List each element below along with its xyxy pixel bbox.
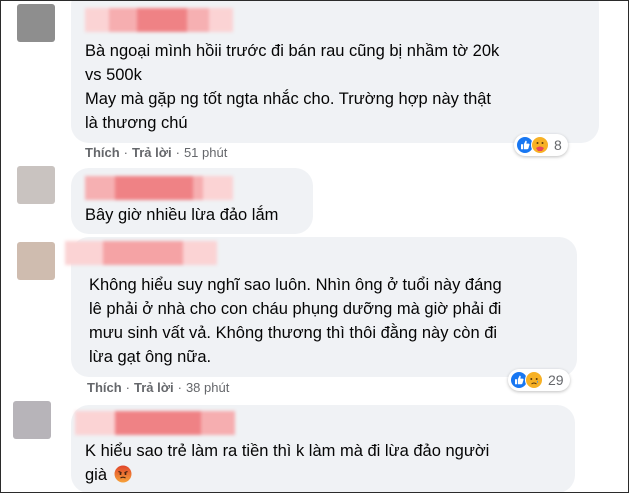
reaction-summary[interactable]: 29 (508, 369, 570, 391)
comment-text: Không hiểu suy nghĩ sao luôn. Nhìn ông ở… (89, 276, 502, 366)
commenter-name-redacted[interactable] (85, 176, 233, 200)
comment-text-content: K hiểu sao trẻ làm ra tiền thì k làm mà … (85, 442, 490, 484)
avatar[interactable] (17, 166, 55, 204)
comment-text: K hiểu sao trẻ làm ra tiền thì k làm mà … (85, 439, 575, 487)
like-button[interactable]: Thích (85, 145, 120, 160)
avatar[interactable] (17, 4, 55, 42)
sad-reaction-icon (525, 371, 543, 389)
avatar[interactable] (13, 401, 51, 439)
timestamp[interactable]: 38 phút (186, 380, 229, 395)
reaction-count: 29 (548, 372, 564, 388)
reaction-count: 8 (554, 137, 562, 153)
comment-actions: Thích · Trả lời · 51 phút (85, 145, 228, 160)
reply-button[interactable]: Trả lời (132, 145, 172, 160)
comment-actions: Thích · Trả lời · 38 phút (87, 380, 230, 395)
comment-text: Bây giờ nhiều lừa đảo lắm (85, 206, 279, 224)
timestamp[interactable]: 51 phút (184, 145, 227, 160)
commenter-name-redacted[interactable] (85, 8, 233, 32)
commenter-name-redacted[interactable] (75, 411, 235, 435)
reaction-summary[interactable]: 8 (514, 134, 568, 156)
reply-button[interactable]: Trả lời (134, 380, 174, 395)
avatar[interactable] (17, 242, 55, 280)
commenter-name-redacted[interactable] (65, 241, 217, 265)
angry-emoji-icon (114, 465, 132, 483)
like-button[interactable]: Thích (87, 380, 122, 395)
care-reaction-icon (531, 136, 549, 154)
comment-text: Bà ngoại mình hồii trước đi bán rau cũng… (85, 42, 500, 132)
comments-panel: Bà ngoại mình hồii trước đi bán rau cũng… (0, 0, 629, 493)
